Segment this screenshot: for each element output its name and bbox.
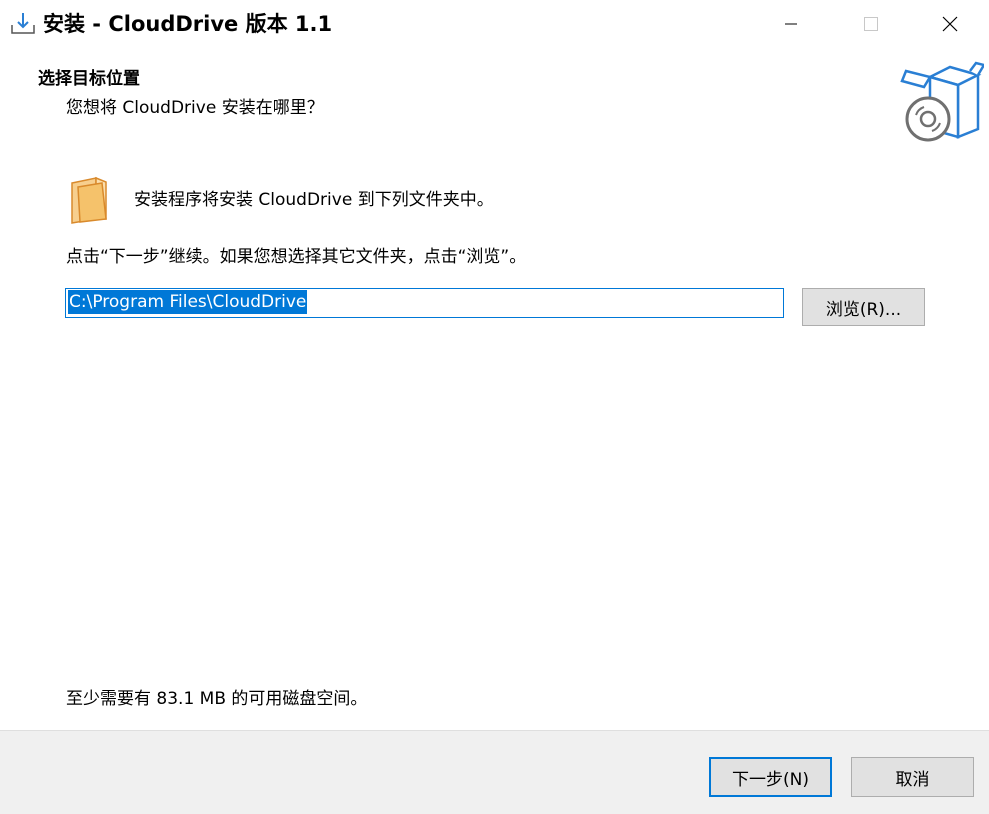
- minimize-button[interactable]: [751, 0, 831, 48]
- page-subtitle: 您想将 CloudDrive 安装在哪里？: [66, 98, 324, 118]
- folder-icon: [68, 175, 112, 225]
- maximize-icon: [864, 17, 878, 31]
- maximize-button[interactable]: [831, 0, 911, 48]
- title-bar: 安装 - CloudDrive 版本 1.1: [0, 0, 989, 50]
- destination-path-input[interactable]: C:\Program Files\CloudDrive: [65, 288, 784, 318]
- minimize-icon: [785, 23, 797, 25]
- page-title: 选择目标位置: [38, 69, 140, 89]
- close-icon: [942, 16, 958, 32]
- installer-icon: [10, 11, 36, 37]
- disk-space-text: 至少需要有 83.1 MB 的可用磁盘空间。: [66, 689, 368, 709]
- destination-path-value: C:\Program Files\CloudDrive: [68, 290, 308, 314]
- footer-panel: [0, 730, 989, 814]
- install-box-disc-icon: [900, 57, 986, 147]
- window-title: 安装 - CloudDrive 版本 1.1: [43, 12, 333, 36]
- cancel-button[interactable]: 取消: [851, 757, 974, 797]
- close-button[interactable]: [911, 0, 989, 48]
- browse-button[interactable]: 浏览(R)...: [802, 288, 925, 326]
- instruction-text: 点击“下一步”继续。如果您想选择其它文件夹，点击“浏览”。: [66, 247, 527, 267]
- install-location-text: 安装程序将安装 CloudDrive 到下列文件夹中。: [134, 190, 494, 210]
- next-button[interactable]: 下一步(N): [709, 757, 832, 797]
